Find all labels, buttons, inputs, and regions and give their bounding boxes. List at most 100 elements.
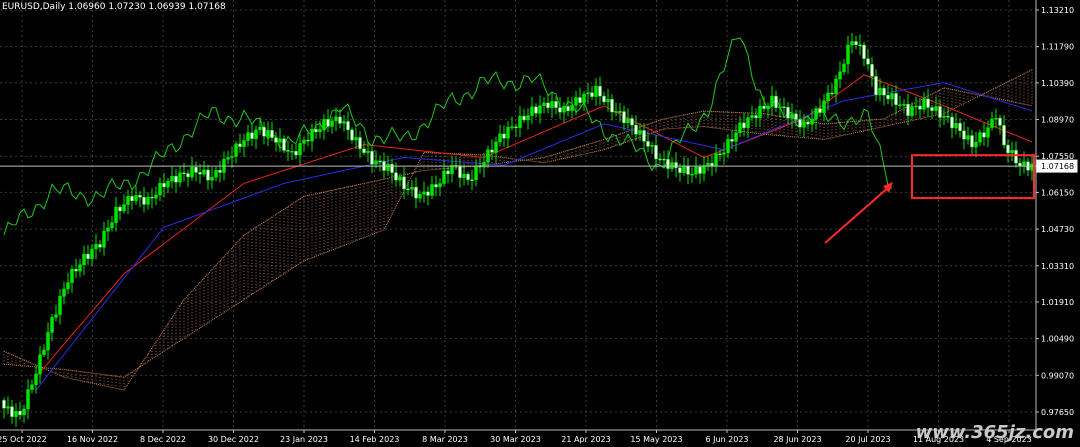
candle-body xyxy=(902,104,906,106)
candle-body xyxy=(614,111,618,113)
candle-body xyxy=(414,186,418,199)
candle-body xyxy=(978,132,982,143)
candle-body xyxy=(650,145,654,147)
candle-body xyxy=(758,105,762,119)
candle-body xyxy=(230,156,234,158)
candle-body xyxy=(830,92,834,95)
candle-body xyxy=(726,139,730,153)
candle-body xyxy=(466,173,470,180)
annotation-arrow-shaft xyxy=(824,185,891,244)
candle-body xyxy=(958,123,962,131)
candle-body xyxy=(654,145,658,160)
candle-body xyxy=(218,170,222,173)
candle-body xyxy=(990,118,994,128)
candle-body xyxy=(870,64,874,77)
candle-body xyxy=(202,169,206,175)
candle-body xyxy=(274,137,278,143)
candle-body xyxy=(374,160,378,165)
candle-body xyxy=(298,143,302,156)
candle-body xyxy=(306,139,310,142)
candle-body xyxy=(198,172,202,175)
candle-body xyxy=(42,349,46,355)
candle-body xyxy=(994,117,998,120)
candle-body xyxy=(58,296,62,315)
candle-body xyxy=(586,92,590,95)
candle-body xyxy=(714,153,718,167)
candle-body xyxy=(126,196,130,205)
candle-body xyxy=(462,173,466,178)
candle-body xyxy=(774,95,778,108)
candle-body xyxy=(846,44,850,65)
candle-body xyxy=(1010,150,1014,154)
candle-body xyxy=(26,389,30,410)
candle-body xyxy=(998,117,1002,126)
watermark: www.365jz.com xyxy=(915,422,1074,443)
candle-body xyxy=(418,194,422,199)
candle-body xyxy=(702,165,706,174)
candle-body xyxy=(430,184,434,196)
candle-body xyxy=(930,107,934,111)
candle-body xyxy=(242,140,246,147)
candle-body xyxy=(582,93,586,103)
candle-body xyxy=(258,126,262,131)
candle-body xyxy=(442,170,446,184)
candle-body xyxy=(14,410,18,417)
price-tick-label: 1.13210 xyxy=(1041,6,1074,15)
price-tick-label: 1.00490 xyxy=(1041,335,1074,344)
candle-body xyxy=(678,167,682,173)
candle-body xyxy=(710,162,714,167)
candle-body xyxy=(250,132,254,139)
time-tick-label: 30 Mar 2023 xyxy=(490,435,541,444)
candle-body xyxy=(746,117,750,129)
candle-body xyxy=(630,118,634,126)
candle-body xyxy=(918,105,922,110)
candle-body xyxy=(90,248,94,259)
candle-body xyxy=(674,162,678,169)
candle-body xyxy=(122,204,126,212)
candle-body xyxy=(78,264,82,272)
candle-body xyxy=(670,162,674,169)
candle-body xyxy=(446,170,450,175)
candle-body xyxy=(706,162,710,166)
candle-body xyxy=(438,183,442,188)
candle-body xyxy=(838,71,842,80)
candle-body xyxy=(822,100,826,113)
candle-body xyxy=(470,179,474,181)
candle-body xyxy=(514,126,518,129)
candle-body xyxy=(494,141,498,153)
candle-body xyxy=(770,95,774,107)
candle-body xyxy=(530,106,534,116)
candle-body xyxy=(174,175,178,183)
cloud-span-a xyxy=(3,87,1033,391)
candle-body xyxy=(634,124,638,135)
candle-body xyxy=(390,163,394,173)
price-tick-label: 1.04730 xyxy=(1041,225,1074,234)
candle-body xyxy=(886,94,890,100)
cloud-span-b xyxy=(3,69,1033,378)
candle-body xyxy=(766,105,770,109)
candle-body xyxy=(238,143,242,147)
candle-body xyxy=(666,159,670,169)
candle-body xyxy=(698,166,702,174)
time-tick-label: 6 Jun 2023 xyxy=(705,435,748,444)
candle-body xyxy=(166,180,170,188)
candle-body xyxy=(286,150,290,152)
candle-body xyxy=(814,108,818,120)
candle-body xyxy=(914,105,918,108)
candle-body xyxy=(262,126,266,137)
price-tick-label: 1.01910 xyxy=(1041,298,1074,307)
price-tick-label: 1.11790 xyxy=(1041,43,1074,52)
candle-body xyxy=(742,122,746,129)
candle-body xyxy=(86,253,90,259)
candle-body xyxy=(526,115,530,121)
candle-body xyxy=(1014,150,1018,164)
candle-body xyxy=(834,78,838,94)
candle-body xyxy=(434,184,438,188)
candle-body xyxy=(278,138,282,143)
candle-body xyxy=(982,132,986,138)
candle-body xyxy=(950,116,954,129)
candle-body xyxy=(606,99,610,103)
candle-body xyxy=(310,129,314,142)
candle-body xyxy=(422,191,426,195)
candle-body xyxy=(206,169,210,181)
